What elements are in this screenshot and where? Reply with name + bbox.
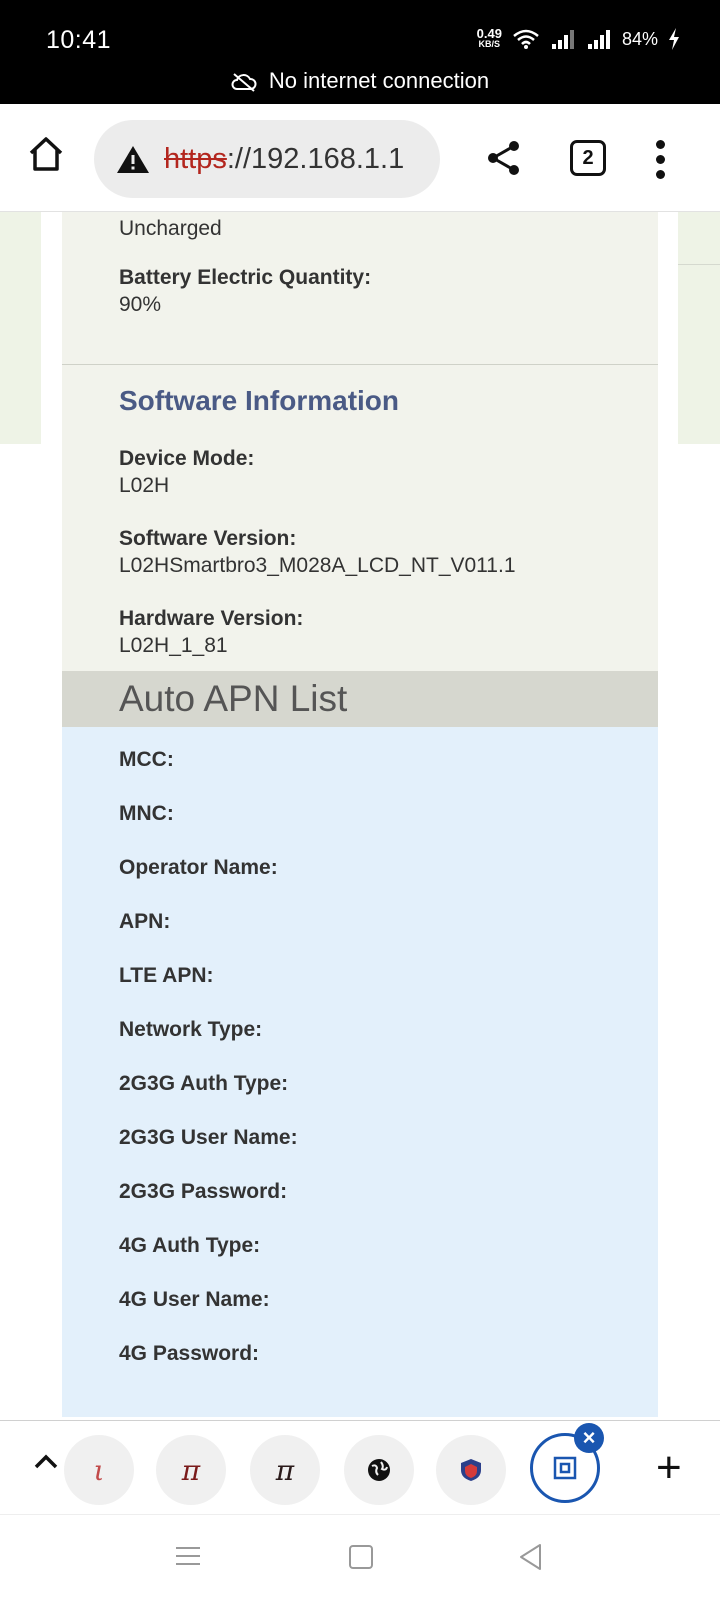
device-mode-value: L02H [119,474,170,497]
battery-percent: 84% [621,28,658,49]
apn-field-4g-auth-type: 4G Auth Type: [119,1234,261,1257]
tab-thumbnail-5[interactable] [436,1435,506,1505]
system-nav-bar [0,1514,720,1600]
page-background-right [678,212,720,444]
apn-field-mcc: MCC: [119,748,174,771]
battery-status-value: Uncharged [119,217,222,240]
back-icon[interactable] [518,1543,544,1571]
apn-section-title: Auto APN List [62,671,658,727]
tab-thumbnail-1[interactable]: ι [64,1435,134,1505]
apn-field-operator-name: Operator Name: [119,856,278,879]
hardware-version-value: L02H_1_81 [119,634,228,657]
network-speed-unit: KB/S [478,39,501,49]
share-icon[interactable] [486,140,522,176]
page-background-divider [678,264,720,265]
more-menu-icon[interactable] [656,140,666,185]
apn-field-apn: APN: [119,910,171,933]
apn-field-2g3g-user-name: 2G3G User Name: [119,1126,298,1149]
software-section-title: Software Information [119,385,400,416]
battery-status-field: Uncharged [62,212,658,262]
apn-list: MCC: MNC: Operator Name: APN: LTE APN: N… [62,727,658,1417]
network-speed-value: 0.49 [476,26,502,41]
address-bar[interactable]: https://192.168.1.1 [94,120,440,198]
globe-icon [368,1459,390,1481]
software-version-field: Software Version: L02HSmartbro3_M028A_LC… [62,527,658,607]
apn-field-4g-user-name: 4G User Name: [119,1288,270,1311]
device-mode-field: Device Mode: L02H [62,447,658,527]
apn-field-mnc: MNC: [119,802,174,825]
url-host: ://192.168.1.1 [226,142,405,175]
tab-favicon-1: ι [93,1453,105,1487]
signal-icon-2 [587,30,610,49]
page-background-left [0,212,41,444]
battery-quantity-value: 90% [119,293,162,316]
cloud-off-icon [231,73,257,92]
apn-field-4g-password: 4G Password: [119,1342,260,1365]
chevron-up-icon[interactable] [34,1453,58,1469]
tab-thumbnail-2[interactable]: π [156,1435,226,1505]
close-tab-icon[interactable]: × [574,1423,604,1453]
home-nav-icon[interactable] [349,1545,373,1569]
battery-section: Uncharged Battery Electric Quantity: 90%… [62,212,658,671]
hardware-version-label: Hardware Version: [119,607,304,630]
tab-favicon-2: π [181,1453,201,1487]
status-bar: 10:41 0.49 KB/S 84% No internet connecti… [0,0,720,104]
software-version-label: Software Version: [119,527,297,550]
connection-notice: No internet connection [0,68,720,94]
tab-page-icon [553,1456,577,1480]
hardware-version-field: Hardware Version: L02H_1_81 [62,607,658,671]
home-icon[interactable] [26,134,66,174]
tab-strip: ι π π × + [0,1420,720,1514]
url-text[interactable]: https://192.168.1.1 [164,143,404,176]
new-tab-plus-icon[interactable]: + [656,1443,682,1493]
shield-icon [461,1459,481,1481]
not-secure-warning-icon[interactable] [116,144,150,174]
url-scheme: https [164,142,227,175]
charging-bolt-icon [669,28,679,50]
battery-quantity-field: Battery Electric Quantity: 90% [62,262,658,364]
software-version-value: L02HSmartbro3_M028A_LCD_NT_V011.1 [119,554,516,577]
signal-icon [551,30,574,49]
apn-field-network-type: Network Type: [119,1018,263,1041]
tab-switcher-button[interactable]: 2 [570,140,606,176]
browser-toolbar: https://192.168.1.1 2 [0,104,720,212]
status-icons: 0.49 KB/S 84% [476,26,680,50]
apn-field-lte-apn: LTE APN: [119,964,214,987]
apn-field-2g3g-auth-type: 2G3G Auth Type: [119,1072,289,1095]
connection-notice-text: No internet connection [268,68,490,93]
software-title-wrap: Software Information [62,365,658,447]
recents-icon[interactable] [176,1547,200,1571]
network-speed: 0.49 KB/S [476,26,502,50]
tab-thumbnail-4[interactable] [344,1435,414,1505]
status-time: 10:41 [46,26,112,54]
device-mode-label: Device Mode: [119,447,255,470]
device-info-panel: Uncharged Battery Electric Quantity: 90%… [62,212,658,1417]
tab-thumbnail-3[interactable]: π [250,1435,320,1505]
apn-field-2g3g-password: 2G3G Password: [119,1180,288,1203]
web-page: Uncharged Battery Electric Quantity: 90%… [0,212,720,1420]
wifi-icon [513,29,539,49]
battery-quantity-label: Battery Electric Quantity: [119,266,372,289]
tab-favicon-3: π [275,1453,295,1487]
